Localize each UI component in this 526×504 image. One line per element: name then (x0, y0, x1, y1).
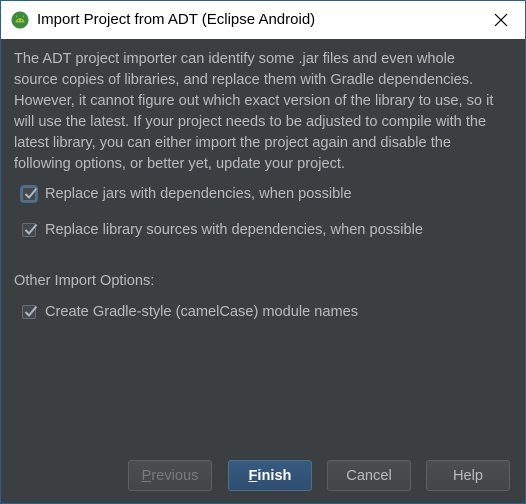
dialog-content: The ADT project importer can identify so… (1, 39, 525, 503)
replace-jars-checkbox[interactable] (22, 187, 38, 201)
cancel-label: Cancel (346, 467, 392, 484)
description-text: The ADT project importer can identify so… (14, 49, 514, 175)
title-bar: Import Project from ADT (Eclipse Android… (1, 1, 525, 39)
replace-library-sources-label: Replace library sources with dependencie… (45, 222, 424, 238)
replace-jars-label: Replace jars with dependencies, when pos… (45, 186, 352, 202)
replace-library-sources-option[interactable]: Replace library sources with dependencie… (22, 220, 423, 240)
previous-button[interactable]: Previous (128, 460, 212, 491)
checkmark-icon (24, 223, 38, 235)
description-line: The ADT project importer can identify so… (14, 51, 455, 67)
checkmark-icon (24, 187, 38, 199)
finish-mnemonic: F (248, 467, 258, 484)
import-dialog: Import Project from ADT (Eclipse Android… (0, 0, 526, 504)
window-title: Import Project from ADT (Eclipse Android… (37, 11, 316, 28)
checkmark-icon (24, 305, 38, 317)
cancel-button[interactable]: Cancel (327, 460, 411, 491)
description-line: source copies of libraries, and replace … (14, 72, 474, 88)
help-label: Help (452, 467, 483, 484)
description-line: following options, or better yet, update… (14, 156, 345, 172)
camelcase-module-names-option[interactable]: Create Gradle-style (camelCase) module n… (22, 302, 358, 322)
android-studio-icon (11, 11, 29, 29)
replace-library-sources-checkbox[interactable] (22, 223, 38, 237)
replace-jars-option[interactable]: Replace jars with dependencies, when pos… (22, 184, 352, 204)
help-button[interactable]: Help (426, 460, 510, 491)
previous-label: revious (151, 467, 199, 484)
previous-mnemonic: P (141, 467, 152, 484)
finish-button[interactable]: Finish (228, 460, 312, 491)
other-import-options-heading: Other Import Options: (14, 273, 155, 289)
camelcase-module-names-checkbox[interactable] (22, 305, 38, 319)
close-button[interactable] (485, 5, 517, 35)
finish-label: inish (257, 467, 292, 484)
close-icon (494, 13, 508, 27)
camelcase-module-names-label: Create Gradle-style (camelCase) module n… (45, 304, 359, 320)
description-line: latest library, you can either import th… (14, 135, 451, 151)
description-line: However, it cannot figure out which exac… (14, 93, 494, 109)
description-line: will use the latest. If your project nee… (14, 114, 487, 130)
